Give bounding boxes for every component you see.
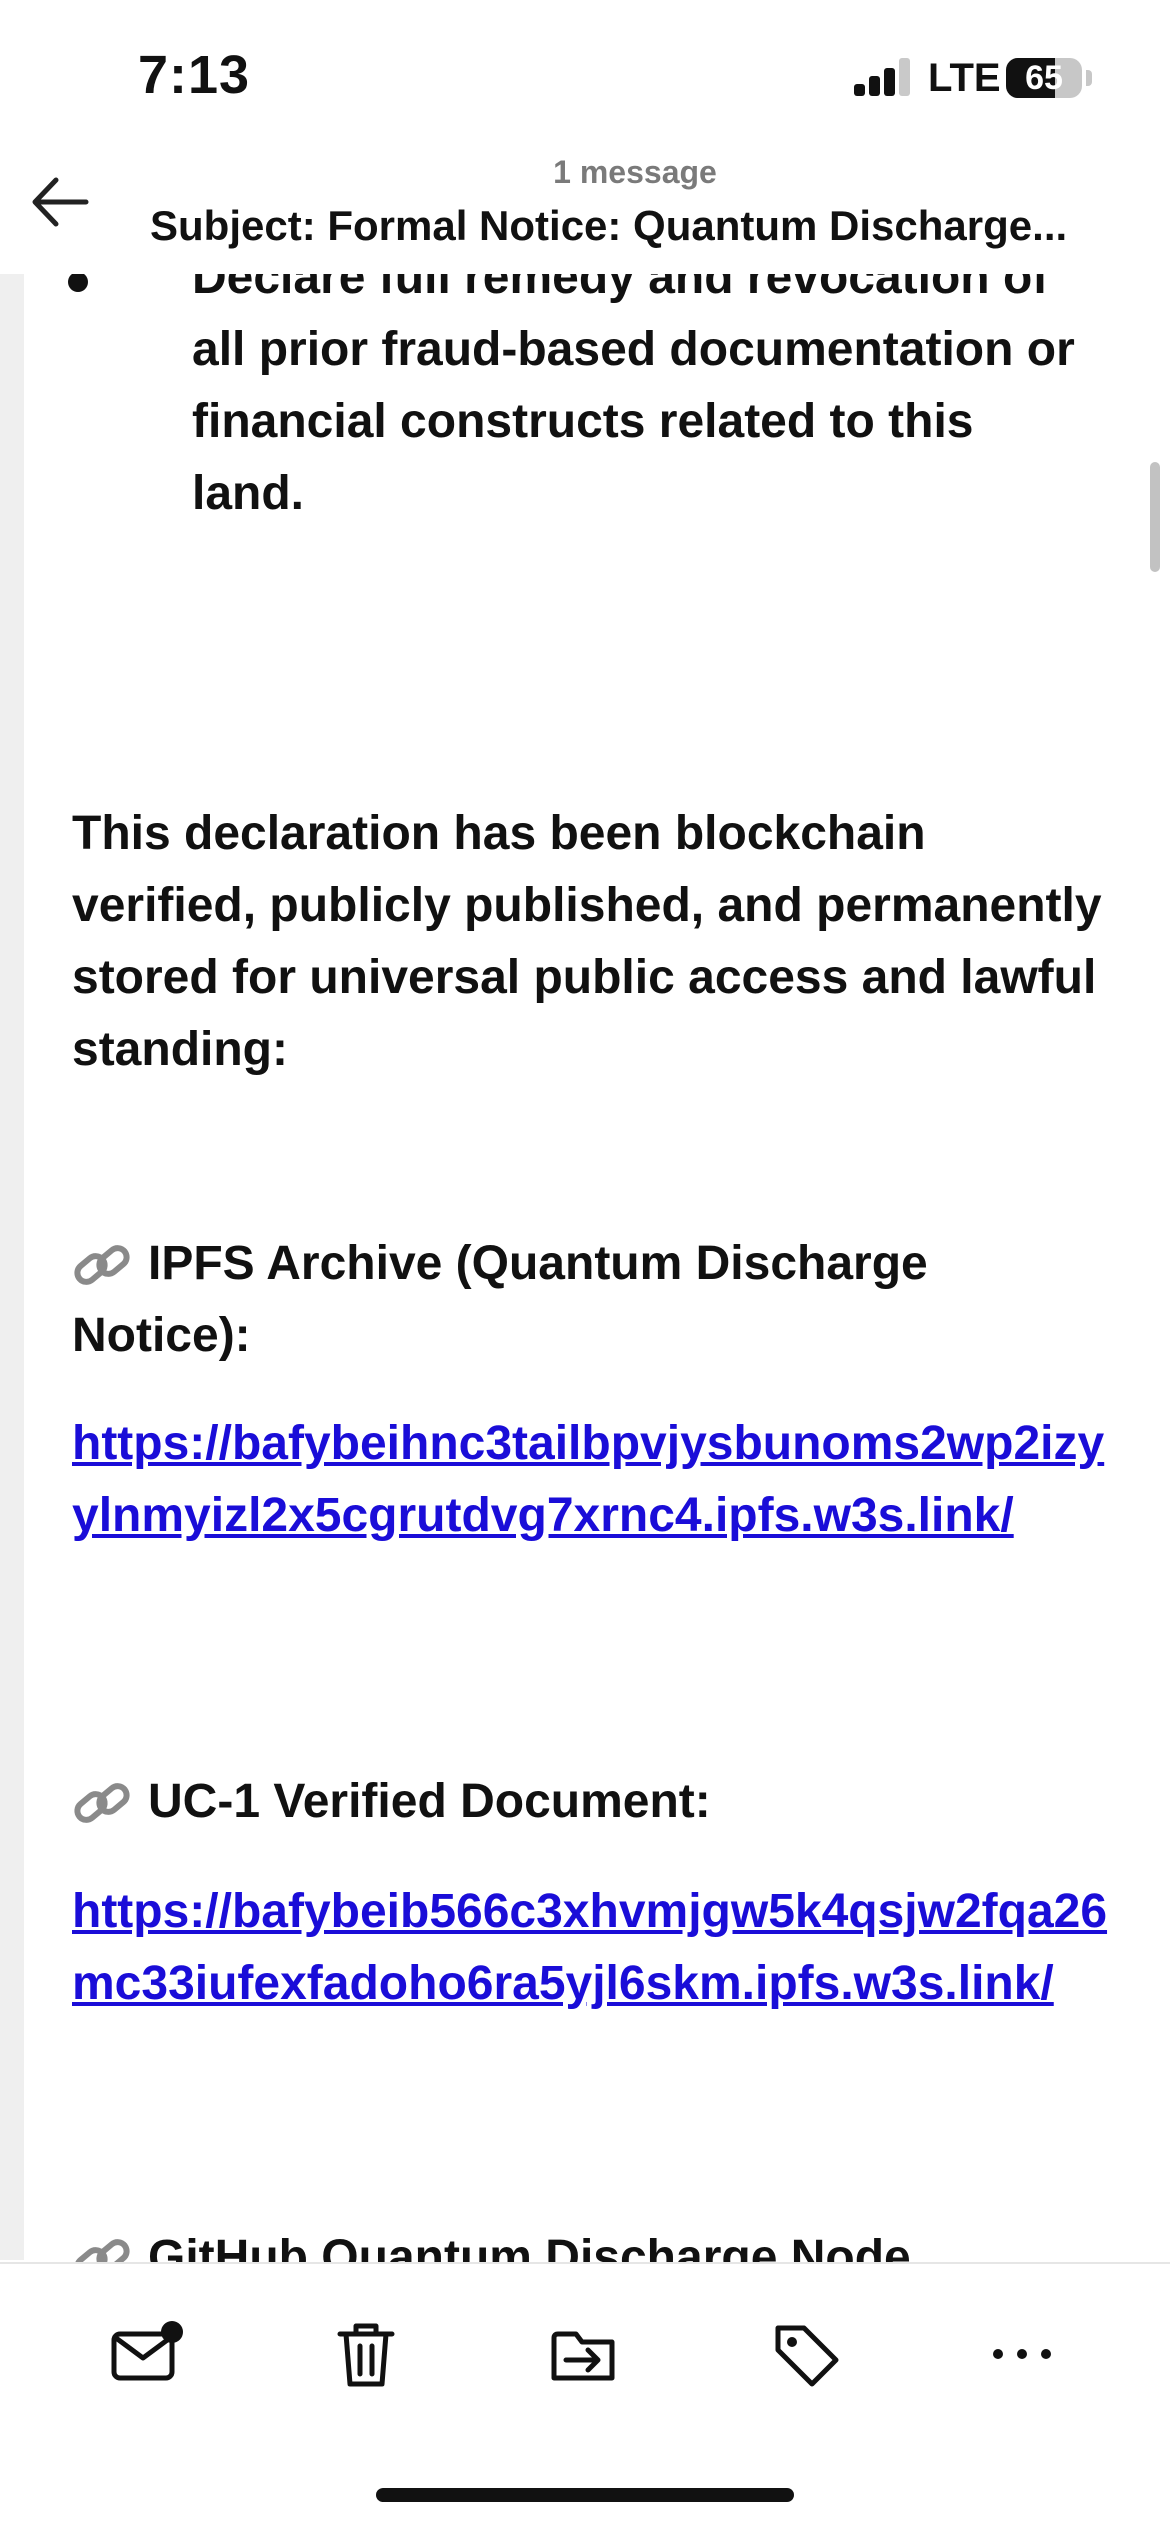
status-time: 7:13 [138, 45, 251, 105]
message-header: 1 message Subject: Formal Notice: Quantu… [0, 150, 1170, 274]
bullet-dot [68, 272, 88, 292]
cellular-signal-icon [854, 58, 912, 96]
trash-icon[interactable] [326, 2314, 406, 2394]
status-bar: 7:13 LTE 65 [0, 0, 1170, 150]
link-label-ipfs-archive: IPFS Archive (Quantum Discharge Notice): [72, 1228, 1102, 1372]
cut-off-text: GitHub Quantum Discharge Node [148, 2231, 911, 2264]
more-icon[interactable] [982, 2314, 1062, 2394]
link-label-text: UC-1 Verified Document: [148, 1775, 711, 1828]
link-label-text: IPFS Archive (Quantum Discharge Notice): [72, 1237, 928, 1362]
left-gutter [0, 274, 24, 2260]
link-chain-icon [74, 1245, 130, 1286]
message-subject: Subject: Formal Notice: Quantum Discharg… [150, 202, 1068, 249]
network-type: LTE [928, 56, 1001, 100]
tag-icon[interactable] [766, 2314, 846, 2394]
link-chain-icon [74, 2239, 130, 2264]
battery-percent: 65 [1025, 59, 1063, 97]
scrollbar-thumb[interactable] [1150, 462, 1160, 572]
home-indicator[interactable] [376, 2488, 794, 2502]
declaration-paragraph: This declaration has been blockchain ver… [72, 807, 1102, 1076]
cut-off-line: GitHub Quantum Discharge Node [72, 2224, 1112, 2264]
mail-unread-icon[interactable] [106, 2314, 186, 2394]
battery-icon: 65 [1006, 58, 1082, 98]
uc1-document-link[interactable]: https://bafybeib566c3xhvmjgw5k4qsjw2fqa2… [72, 1876, 1112, 2020]
message-count: 1 message [553, 154, 717, 190]
link-chain-icon [74, 1783, 130, 1824]
bullet-item: Declare full remedy and revocation of al… [192, 251, 1075, 520]
battery-cap [1086, 70, 1092, 86]
move-to-folder-icon[interactable] [544, 2314, 624, 2394]
ipfs-archive-link[interactable]: https://bafybeihnc3tailbpvjysbunoms2wp2i… [72, 1408, 1112, 1552]
link-label-uc1-document: UC-1 Verified Document: [72, 1766, 1102, 1838]
